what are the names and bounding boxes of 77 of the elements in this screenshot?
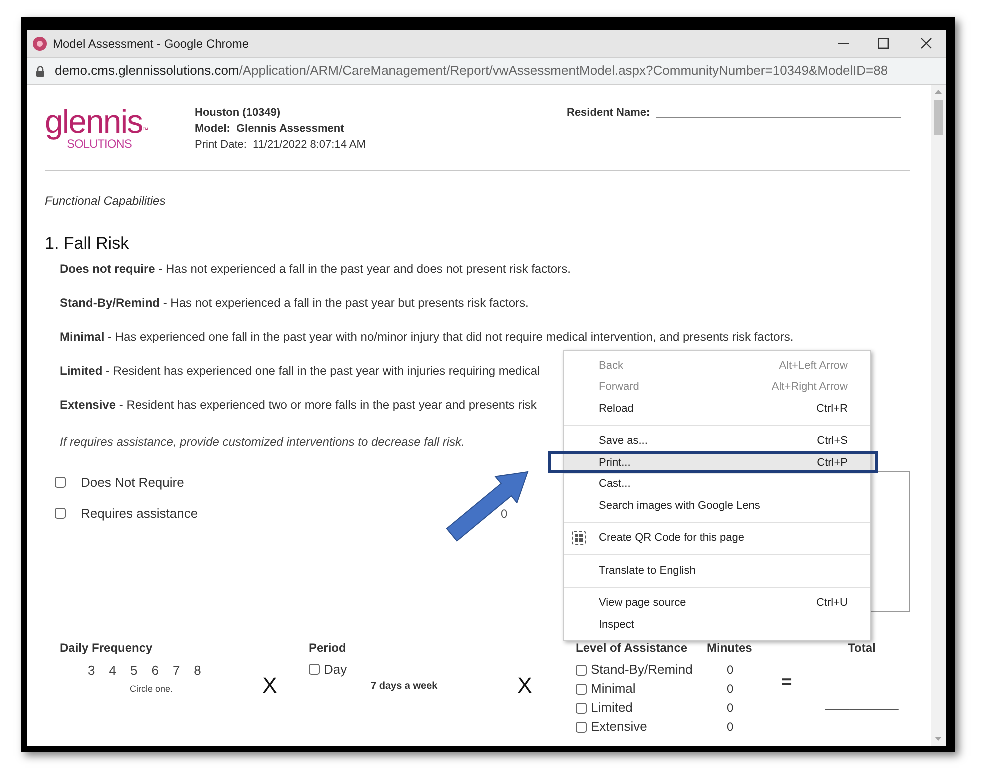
menu-item[interactable]: Reload Ctrl+R <box>564 398 870 420</box>
option-label: Stand-By/Remind <box>591 661 693 680</box>
option-label: Does Not Require <box>81 474 186 492</box>
url-text: demo.cms.glennissolutions.com/Application/ARM/CareManagement/Report/vwAssessmentModel.aspx?CommunityNumber=10349&ModelID=88 <box>55 62 888 80</box>
level-description: Limited - Resident has experienced one fall in the past year with injuries requiring medical <box>60 364 540 378</box>
shortcut-text: Ctrl+U <box>816 596 848 611</box>
checkbox[interactable] <box>576 702 587 714</box>
column-heading: Minutes <box>707 640 752 656</box>
option-label: Day <box>324 660 348 679</box>
option-label: Minimal <box>591 680 636 698</box>
points-value: 0 <box>501 506 508 523</box>
frequency-number[interactable]: 8 <box>194 660 202 680</box>
checkbox[interactable] <box>55 508 66 520</box>
shortcut-text: Alt+Left Arrow <box>779 358 848 374</box>
menu-item[interactable]: Inspect <box>564 614 870 636</box>
model-label: Model: <box>195 122 230 137</box>
print-date-value: 11/21/2022 8:07:14 AM <box>252 138 366 153</box>
frequency-number[interactable]: 5 <box>130 660 138 680</box>
scroll-thumb[interactable] <box>934 100 943 135</box>
frequency-number[interactable]: 4 <box>109 660 116 680</box>
equals-sign: = <box>780 670 794 694</box>
level-description: Extensive - Resident has experienced two or more falls in the past year and presents risk <box>60 398 537 412</box>
shortcut-text: Alt+Right Arrow <box>772 380 848 395</box>
level-description: Minimal - Has experienced one fall in the past year with no/minor injury that did not require medical intervention, and presents risk factors. <box>60 330 794 344</box>
menu-item[interactable]: View page source Ctrl+U <box>564 592 870 614</box>
period-text: 7 days a week <box>371 680 438 694</box>
operator-sign: X <box>516 672 534 700</box>
note-text: If requires assistance, provide customized interventions to decrease fall risk. <box>60 434 465 450</box>
checkbox[interactable] <box>576 684 587 694</box>
hint-text: Circle one. <box>130 683 174 696</box>
option-label: Requires assistance <box>81 505 200 523</box>
option-label: Limited <box>591 699 633 718</box>
minutes-value: 0 <box>727 680 734 698</box>
frequency-number[interactable]: 7 <box>172 660 180 680</box>
frequency-number[interactable]: 6 <box>152 660 159 680</box>
logo-wordmark: glennis <box>45 105 143 138</box>
window-title: Model Assessment - Google Chrome <box>53 36 250 52</box>
minutes-value: 0 <box>727 700 734 716</box>
question-title: 1. Fall Risk <box>45 233 130 255</box>
column-heading: Period <box>309 640 346 656</box>
level-description: Does not require - Has not experienced a fall in the past year and does not present risk factors. <box>60 262 571 276</box>
menu-item[interactable]: Cast... <box>564 474 870 495</box>
qr-code-icon <box>572 531 586 546</box>
level-description: Stand-By/Remind - Has not experienced a fall in the past year but presents risk factors. <box>60 296 529 310</box>
minimize-icon[interactable] <box>838 42 849 44</box>
shortcut-text: Ctrl+S <box>817 434 848 449</box>
app-icon <box>33 36 47 50</box>
column-heading: Daily Frequency <box>60 640 154 656</box>
close-icon[interactable] <box>921 38 932 49</box>
lock-icon <box>36 66 45 76</box>
option-label: Extensive <box>591 718 648 736</box>
menu-item[interactable]: Create QR Code for this page <box>564 528 870 549</box>
section-title: Functional Capabilities <box>45 193 167 210</box>
menu-item[interactable]: Search images with Google Lens <box>564 495 870 516</box>
minutes-value: 0 <box>727 718 734 736</box>
scrollbar[interactable] <box>931 85 946 746</box>
frequency-number[interactable]: 3 <box>88 660 96 680</box>
maximize-icon[interactable] <box>878 38 889 49</box>
column-heading: Level of Assistance <box>576 640 688 656</box>
checkbox[interactable] <box>309 664 320 675</box>
resident-name-label: Resident Name: <box>567 106 650 121</box>
model-value: Glennis Assessment <box>236 122 344 137</box>
checkbox[interactable] <box>576 722 587 732</box>
shortcut-text: Ctrl+R <box>816 402 848 416</box>
total-blank[interactable]: ____________ <box>825 696 899 713</box>
address-bar[interactable]: demo.cms.glennissolutions.com/Application/ARM/CareManagement/Report/vwAssessmentModel.aspx?CommunityNumber=10349&ModelID=88 <box>27 57 946 85</box>
logo-tagline: SOLUTIONS <box>67 138 132 150</box>
shortcut-text: Ctrl+P <box>817 456 848 470</box>
menu-item[interactable]: Save as... Ctrl+S <box>564 430 870 452</box>
menu-item[interactable]: Translate to English <box>564 560 870 582</box>
checkbox[interactable] <box>55 476 66 488</box>
operator-sign: X <box>262 672 278 700</box>
checkbox[interactable] <box>576 664 587 676</box>
minutes-value: 0 <box>727 662 734 678</box>
community-text: Houston (10349) <box>195 106 282 121</box>
print-date-label: Print Date: <box>195 138 247 153</box>
column-heading: Total <box>848 640 876 656</box>
